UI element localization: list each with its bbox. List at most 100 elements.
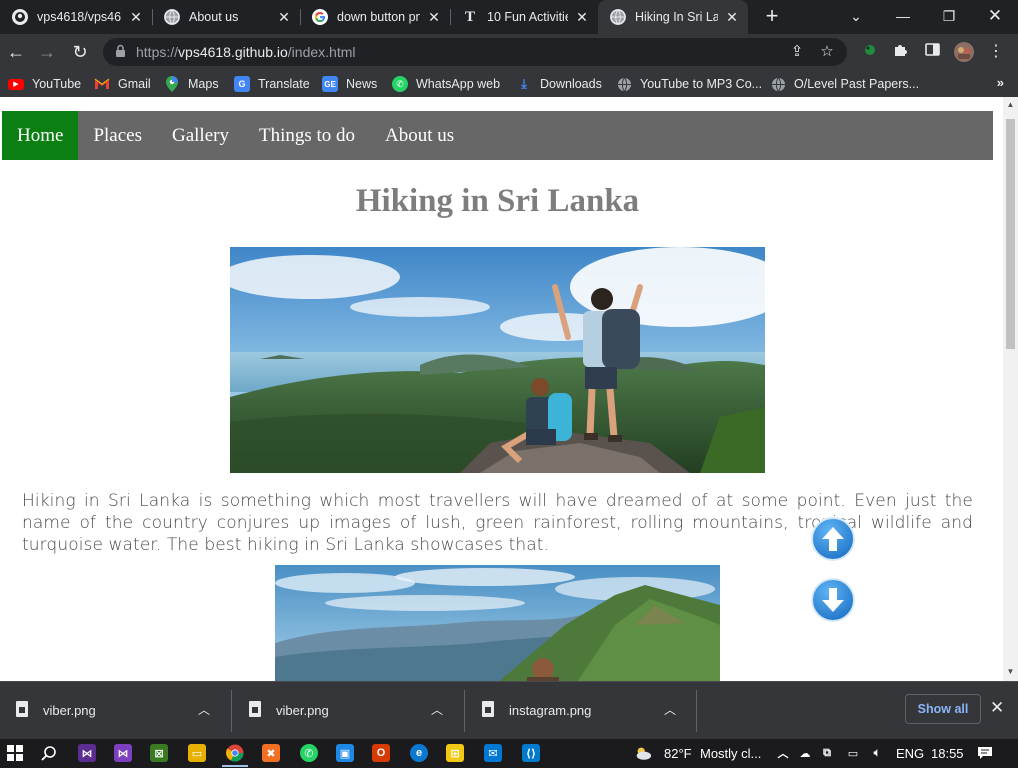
tab-fun-activities[interactable]: T 10 Fun Activitie ✕ xyxy=(450,0,598,34)
minimize-button[interactable]: — xyxy=(880,0,926,34)
office-icon[interactable]: O xyxy=(372,744,390,762)
camera-icon[interactable]: ⧉ xyxy=(818,744,836,762)
xampp-icon[interactable]: ✖ xyxy=(262,744,280,762)
url-path: /index.html xyxy=(287,44,356,60)
close-tab-icon[interactable]: ✕ xyxy=(574,9,590,26)
chevron-up-icon[interactable]: ︿ xyxy=(198,701,210,718)
active-app-indicator xyxy=(222,765,248,767)
address-bar[interactable]: https://vps4618.github.io/index.html ⇪ ☆ xyxy=(103,38,847,66)
file-explorer-icon[interactable]: ▭ xyxy=(188,744,206,762)
close-icon[interactable]: ✕ xyxy=(990,698,1004,718)
download-divider xyxy=(464,690,465,732)
bookmark-gmail[interactable]: Gmail xyxy=(94,75,151,93)
close-tab-icon[interactable]: ✕ xyxy=(276,9,292,26)
side-panel-icon[interactable] xyxy=(922,42,942,62)
tab-down-button[interactable]: down button pn ✕ xyxy=(300,0,450,34)
page-title: Hiking in Sri Lanka xyxy=(355,183,640,219)
clock-time[interactable]: 18:55 xyxy=(931,746,964,761)
chevron-up-icon[interactable]: ︿ xyxy=(431,701,443,718)
github-icon xyxy=(12,9,28,25)
download-item[interactable]: instagram.png ︿ xyxy=(466,682,698,740)
network-icon[interactable]: ▭ xyxy=(844,744,862,762)
close-window-button[interactable]: ✕ xyxy=(972,0,1018,34)
scroll-arrow-up-icon[interactable]: ▲ xyxy=(1006,100,1015,109)
whatsapp-icon[interactable]: ✆ xyxy=(300,744,318,762)
extensions-puzzle-icon[interactable] xyxy=(890,42,910,62)
hikers-summit-image xyxy=(230,247,765,473)
tab-search-icon[interactable]: ⌄ xyxy=(833,0,879,34)
extension-green-icon[interactable] xyxy=(860,42,880,62)
edge-icon[interactable]: e xyxy=(410,744,428,762)
tab-hiking-active[interactable]: Hiking In Sri Lan ✕ xyxy=(598,0,748,34)
volume-icon[interactable]: 🔈︎ xyxy=(868,744,886,762)
tab-github[interactable]: vps4618/vps461 ✕ xyxy=(0,0,152,34)
page-scrollbar[interactable]: ▲ ▼ xyxy=(1003,97,1018,681)
bookmark-translate[interactable]: G Translate xyxy=(234,75,310,93)
microsoft-store-icon[interactable]: ⊞ xyxy=(446,744,464,762)
download-item[interactable]: viber.png ︿ xyxy=(233,682,465,740)
vscode-icon[interactable]: ⟨⟩ xyxy=(522,744,540,762)
globe-icon xyxy=(164,9,180,25)
nav-places[interactable]: Places xyxy=(78,111,157,160)
profile-avatar[interactable] xyxy=(954,42,974,62)
weather-description[interactable]: Mostly cl... xyxy=(700,746,761,761)
site-nav-bar: Home Places Gallery Things to do About u… xyxy=(2,111,993,160)
scroll-up-button[interactable] xyxy=(811,517,855,561)
app-green-icon[interactable]: ⊠ xyxy=(150,744,168,762)
notifications-icon[interactable] xyxy=(976,744,994,762)
language-indicator[interactable]: ENG xyxy=(896,746,924,761)
bookmark-youtube-mp3[interactable]: YouTube to MP3 Co... xyxy=(616,75,762,93)
url-text[interactable]: https://vps4618.github.io/index.html xyxy=(136,44,356,60)
tab-about-us[interactable]: About us ✕ xyxy=(152,0,300,34)
bookmark-label: Translate xyxy=(258,77,310,91)
bookmark-star-icon[interactable]: ☆ xyxy=(817,43,837,61)
download-divider xyxy=(696,690,697,732)
onedrive-cloud-icon[interactable]: ☁ xyxy=(796,744,814,762)
close-tab-icon[interactable]: ✕ xyxy=(128,9,144,26)
t-logo-icon: T xyxy=(462,9,478,25)
chevron-up-icon[interactable]: ︿ xyxy=(774,744,792,762)
show-all-button[interactable]: Show all xyxy=(905,694,981,724)
new-tab-button[interactable]: + xyxy=(760,4,784,28)
chevron-up-icon[interactable]: ︿ xyxy=(664,701,676,718)
bookmark-downloads[interactable]: ⤓ Downloads xyxy=(516,75,602,93)
mail-icon[interactable]: ✉ xyxy=(484,744,502,762)
weather-temperature[interactable]: 82°F xyxy=(664,746,692,761)
reload-icon[interactable]: ↻ xyxy=(67,39,93,65)
search-icon[interactable] xyxy=(40,744,58,762)
bookmark-whatsapp[interactable]: ✆ WhatsApp web xyxy=(392,75,500,93)
scroll-arrow-down-icon[interactable]: ▼ xyxy=(1006,667,1015,676)
visual-studio-icon[interactable]: ⋈ xyxy=(114,744,132,762)
bookmark-olevel-papers[interactable]: O/Level Past Papers... xyxy=(770,75,919,93)
lock-icon[interactable] xyxy=(115,44,126,58)
visual-studio-purple-icon[interactable]: ⋈ xyxy=(78,744,96,762)
app-blue-icon[interactable]: ▣ xyxy=(336,744,354,762)
scrollbar-thumb[interactable] xyxy=(1006,119,1015,349)
close-tab-icon[interactable]: ✕ xyxy=(426,9,442,26)
scroll-down-button[interactable] xyxy=(811,578,855,622)
globe-icon xyxy=(616,76,632,92)
nav-home[interactable]: Home xyxy=(2,111,79,160)
bookmarks-overflow-button[interactable]: » xyxy=(997,75,1004,90)
share-icon[interactable]: ⇪ xyxy=(787,43,807,61)
windows-start-icon[interactable] xyxy=(6,744,24,762)
weather-cloud-icon[interactable] xyxy=(634,744,652,762)
download-item[interactable]: viber.png ︿ xyxy=(0,682,232,740)
bookmark-news[interactable]: GE News xyxy=(322,75,377,93)
restore-button[interactable]: ❐ xyxy=(926,0,972,34)
bookmark-youtube[interactable]: ▶ YouTube xyxy=(8,75,81,93)
nav-gallery[interactable]: Gallery xyxy=(157,111,244,160)
whatsapp-icon: ✆ xyxy=(392,76,408,92)
nav-about-us[interactable]: About us xyxy=(370,111,469,160)
tab-title: About us xyxy=(189,10,239,24)
forward-arrow-icon[interactable]: → xyxy=(34,39,60,65)
chrome-icon[interactable] xyxy=(226,744,244,762)
nav-things-to-do[interactable]: Things to do xyxy=(244,111,370,160)
back-arrow-icon[interactable]: ← xyxy=(3,39,29,65)
menu-kebab-icon[interactable]: ⋮ xyxy=(986,42,1006,62)
file-icon xyxy=(482,701,494,717)
close-tab-icon[interactable]: ✕ xyxy=(724,9,740,26)
bookmark-maps[interactable]: Maps xyxy=(164,75,219,93)
mountain-hiker-image xyxy=(275,565,720,681)
bookmark-label: News xyxy=(346,77,378,91)
